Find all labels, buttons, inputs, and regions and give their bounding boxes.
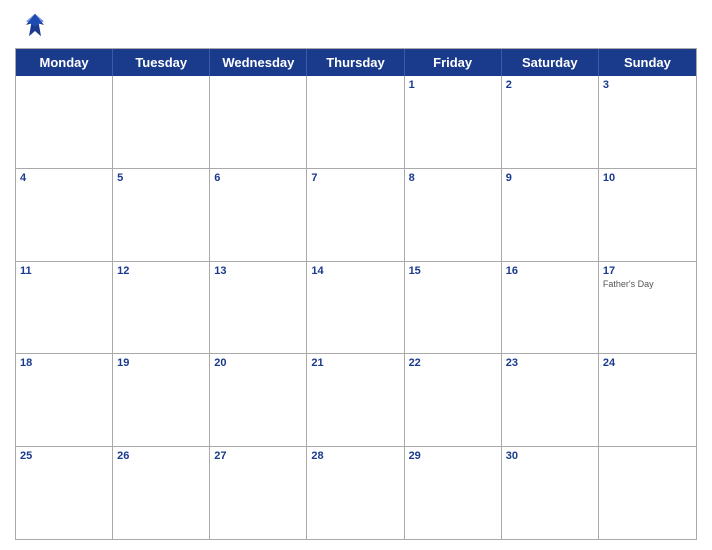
calendar-day-5: 5	[113, 169, 210, 261]
day-number: 11	[20, 265, 108, 277]
calendar-day-27: 27	[210, 447, 307, 539]
day-number: 1	[409, 79, 497, 91]
weekday-header-friday: Friday	[405, 49, 502, 76]
day-number: 21	[311, 357, 399, 369]
logo	[20, 10, 54, 40]
day-number: 5	[117, 172, 205, 184]
calendar-day-1: 1	[405, 76, 502, 168]
weekday-header-tuesday: Tuesday	[113, 49, 210, 76]
calendar-day-22: 22	[405, 354, 502, 446]
day-number: 23	[506, 357, 594, 369]
calendar-day-14: 14	[307, 262, 404, 354]
day-number: 12	[117, 265, 205, 277]
day-number: 16	[506, 265, 594, 277]
calendar-day-24: 24	[599, 354, 696, 446]
page-header	[15, 10, 697, 40]
calendar-day-6: 6	[210, 169, 307, 261]
calendar-day-4: 4	[16, 169, 113, 261]
calendar-day-20: 20	[210, 354, 307, 446]
day-number: 20	[214, 357, 302, 369]
weekday-header-thursday: Thursday	[307, 49, 404, 76]
calendar-week-1: 123	[16, 76, 696, 168]
day-number: 14	[311, 265, 399, 277]
calendar-day-2: 2	[502, 76, 599, 168]
calendar-day-empty	[113, 76, 210, 168]
day-number: 19	[117, 357, 205, 369]
day-number: 18	[20, 357, 108, 369]
calendar-day-26: 26	[113, 447, 210, 539]
weekday-header-saturday: Saturday	[502, 49, 599, 76]
calendar-day-17: 17 Father's Day	[599, 262, 696, 354]
day-number: 6	[214, 172, 302, 184]
day-number: 13	[214, 265, 302, 277]
day-number: 29	[409, 450, 497, 462]
calendar-day-23: 23	[502, 354, 599, 446]
calendar-day-18: 18	[16, 354, 113, 446]
calendar-day-25: 25	[16, 447, 113, 539]
calendar-day-21: 21	[307, 354, 404, 446]
calendar-week-4: 18 19 20 21 22 23 24	[16, 353, 696, 446]
day-number: 24	[603, 357, 692, 369]
weekday-header-monday: Monday	[16, 49, 113, 76]
calendar-week-5: 25 26 27 28 29 30	[16, 446, 696, 539]
calendar-header-row: MondayTuesdayWednesdayThursdayFridaySatu…	[16, 49, 696, 76]
day-number: 3	[603, 79, 692, 91]
day-number: 4	[20, 172, 108, 184]
day-number: 25	[20, 450, 108, 462]
day-number: 8	[409, 172, 497, 184]
calendar-day-11: 11	[16, 262, 113, 354]
calendar-day-30: 30	[502, 447, 599, 539]
day-number: 28	[311, 450, 399, 462]
calendar-day-12: 12	[113, 262, 210, 354]
calendar-day-15: 15	[405, 262, 502, 354]
calendar-day-empty	[210, 76, 307, 168]
calendar-day-10: 10	[599, 169, 696, 261]
day-event-label: Father's Day	[603, 279, 692, 289]
calendar-grid: MondayTuesdayWednesdayThursdayFridaySatu…	[15, 48, 697, 540]
day-number: 26	[117, 450, 205, 462]
day-number: 15	[409, 265, 497, 277]
calendar-week-2: 456789 10	[16, 168, 696, 261]
calendar-page: MondayTuesdayWednesdayThursdayFridaySatu…	[0, 0, 712, 550]
day-number: 17	[603, 265, 692, 277]
logo-icon	[20, 10, 50, 40]
calendar-day-29: 29	[405, 447, 502, 539]
calendar-day-empty	[599, 447, 696, 539]
day-number: 27	[214, 450, 302, 462]
weekday-header-wednesday: Wednesday	[210, 49, 307, 76]
day-number: 30	[506, 450, 594, 462]
calendar-day-16: 16	[502, 262, 599, 354]
calendar-body: 1234567891011121314151617Father's Day181…	[16, 76, 696, 539]
calendar-day-3: 3	[599, 76, 696, 168]
calendar-day-28: 28	[307, 447, 404, 539]
weekday-header-sunday: Sunday	[599, 49, 696, 76]
calendar-day-7: 7	[307, 169, 404, 261]
day-number: 10	[603, 172, 692, 184]
calendar-day-19: 19	[113, 354, 210, 446]
day-number: 2	[506, 79, 594, 91]
calendar-day-empty	[16, 76, 113, 168]
day-number: 7	[311, 172, 399, 184]
day-number: 22	[409, 357, 497, 369]
calendar-day-empty	[307, 76, 404, 168]
calendar-day-8: 8	[405, 169, 502, 261]
calendar-week-3: 11 12 13 14 15 16 17 Father's Day	[16, 261, 696, 354]
calendar-day-13: 13	[210, 262, 307, 354]
day-number: 9	[506, 172, 594, 184]
calendar-day-9: 9	[502, 169, 599, 261]
